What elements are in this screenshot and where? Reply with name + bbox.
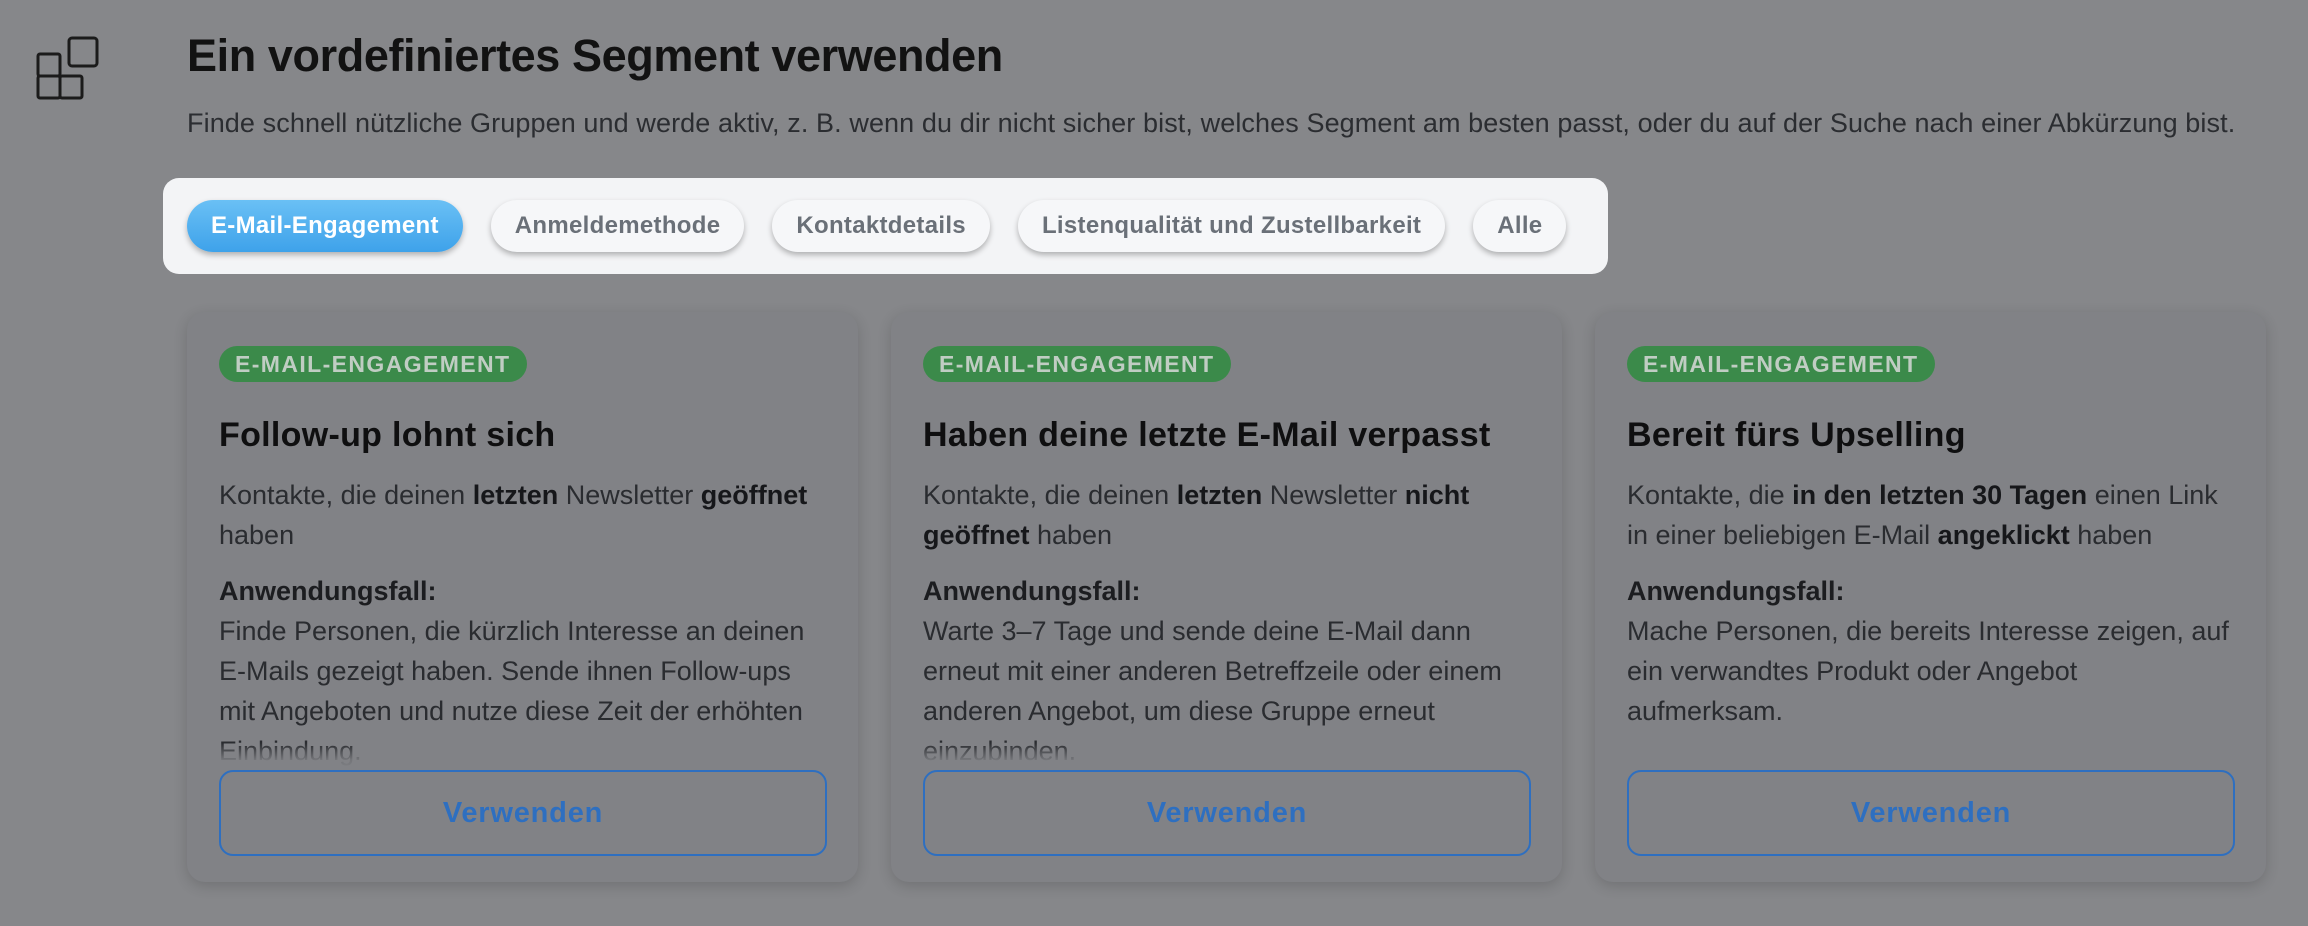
filter-chip-kontaktdetails[interactable]: Kontaktdetails [772,200,990,252]
card-description: Kontakte, die deinen letzten Newsletter … [219,480,808,550]
use-case: Anwendungsfall: Finde Personen, die kürz… [219,571,827,771]
use-case-label: Anwendungsfall: [1627,576,1845,606]
use-segment-button[interactable]: Verwenden [219,770,827,856]
card-title: Bereit fürs Upselling [1627,416,1966,454]
use-segment-button[interactable]: Verwenden [923,770,1531,856]
card-description: Kontakte, die deinen letzten Newsletter … [923,480,1470,550]
use-case: Anwendungsfall: Warte 3–7 Tage und sende… [923,571,1531,771]
segment-card-follow-up: E-MAIL-ENGAGEMENT Follow-up lohnt sich K… [187,312,858,882]
segment-card-missed-last-email: E-MAIL-ENGAGEMENT Haben deine letzte E-M… [891,312,1562,882]
filter-bar: E-Mail-Engagement Anmeldemethode Kontakt… [163,178,1608,274]
page-subtitle: Finde schnell nützliche Gruppen und werd… [187,108,2236,138]
card-description: Kontakte, die in den letzten 30 Tagen ei… [1627,480,2218,550]
segment-picker-page: Ein vordefiniertes Segment verwenden Fin… [0,0,2308,926]
category-badge: E-MAIL-ENGAGEMENT [219,346,527,382]
page-title: Ein vordefiniertes Segment verwenden [187,30,1003,81]
segment-card-upselling: E-MAIL-ENGAGEMENT Bereit fürs Upselling … [1595,312,2266,882]
use-segment-button[interactable]: Verwenden [1627,770,2235,856]
filter-chip-alle[interactable]: Alle [1473,200,1567,252]
segments-grid-icon [36,36,99,100]
filter-chip-email-engagement[interactable]: E-Mail-Engagement [187,200,463,252]
category-badge: E-MAIL-ENGAGEMENT [923,346,1231,382]
filter-chip-listenqualitaet[interactable]: Listenqualität und Zustellbarkeit [1017,200,1446,252]
filter-chip-anmeldemethode[interactable]: Anmeldemethode [490,200,745,252]
card-title: Follow-up lohnt sich [219,416,556,454]
use-case-text: Finde Personen, die kürzlich Interesse a… [219,616,805,766]
use-case-text: Warte 3–7 Tage und sende deine E-Mail da… [923,616,1502,766]
category-badge: E-MAIL-ENGAGEMENT [1627,346,1935,382]
use-case-label: Anwendungsfall: [219,576,437,606]
use-case-text: Mache Personen, die bereits Interesse ze… [1627,616,2229,726]
card-title: Haben deine letzte E-Mail verpasst [923,416,1491,454]
use-case: Anwendungsfall: Mache Personen, die bere… [1627,571,2235,771]
use-case-label: Anwendungsfall: [923,576,1141,606]
